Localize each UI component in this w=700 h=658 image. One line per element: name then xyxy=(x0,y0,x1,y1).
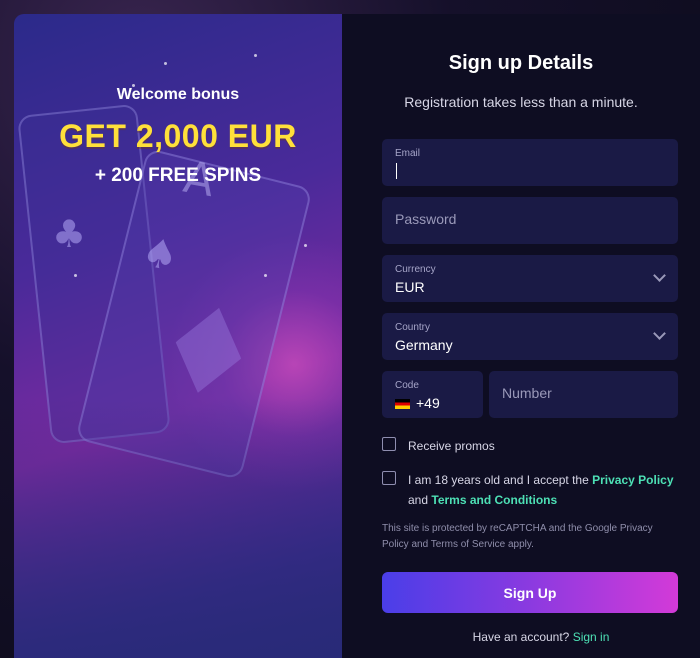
password-field[interactable]: Password xyxy=(382,197,678,244)
bonus-amount: GET 2,000 EUR xyxy=(59,118,297,154)
receive-promos-checkbox[interactable] xyxy=(382,437,396,451)
chevron-down-icon xyxy=(653,327,666,340)
terms-prefix: I am 18 years old and I accept the xyxy=(408,473,589,487)
signup-button[interactable]: Sign Up xyxy=(382,572,678,613)
email-label: Email xyxy=(395,148,421,159)
free-spins-label: + 200 FREE SPINS xyxy=(94,165,262,186)
country-select[interactable]: Country Germany xyxy=(382,313,678,360)
code-value: +49 xyxy=(395,395,440,411)
terms-and: and xyxy=(408,493,429,507)
signup-form-panel: Sign up Details Registration takes less … xyxy=(342,14,700,658)
sparkle-icon xyxy=(164,62,167,65)
have-account-row: Have an account? Sign in xyxy=(342,630,700,644)
receive-promos-row[interactable]: Receive promos xyxy=(382,436,682,456)
sparkle-icon xyxy=(74,274,77,277)
recaptcha-notice: This site is protected by reCAPTCHA and … xyxy=(382,523,653,550)
have-account-text: Have an account? xyxy=(472,630,570,644)
sparkle-icon xyxy=(254,54,257,57)
promo-panel: ♣ ♠ A ♦ Welcome bonus GET 2,000 EUR + 20… xyxy=(14,14,342,658)
receive-promos-label: Receive promos xyxy=(408,439,495,453)
promo-text: Welcome bonus GET 2,000 EUR + 200 FREE S… xyxy=(14,86,342,187)
sparkle-icon xyxy=(264,274,267,277)
welcome-bonus-label: Welcome bonus xyxy=(116,86,240,103)
phone-code-select[interactable]: Code +49 xyxy=(382,371,483,418)
form-subtitle: Registration takes less than a minute. xyxy=(404,94,638,110)
terms-text: I am 18 years old and I accept the Priva… xyxy=(408,470,674,510)
currency-value: EUR xyxy=(395,279,425,295)
number-placeholder: Number xyxy=(502,385,552,401)
phone-number-field[interactable]: Number xyxy=(489,371,678,418)
code-label: Code xyxy=(395,380,419,391)
terms-row: I am 18 years old and I accept the Priva… xyxy=(382,470,682,510)
germany-flag-icon xyxy=(395,399,410,410)
country-label: Country xyxy=(395,322,431,333)
terms-conditions-link[interactable]: Terms and Conditions xyxy=(431,493,557,507)
code-text: +49 xyxy=(416,395,440,411)
currency-label: Currency xyxy=(395,264,436,275)
terms-checkbox[interactable] xyxy=(382,471,396,485)
sparkle-icon xyxy=(304,244,307,247)
form-title: Sign up Details xyxy=(448,52,594,74)
signup-modal: ♣ ♠ A ♦ Welcome bonus GET 2,000 EUR + 20… xyxy=(14,14,700,658)
privacy-policy-link[interactable]: Privacy Policy xyxy=(592,473,673,487)
club-icon: ♣ xyxy=(52,212,87,256)
currency-select[interactable]: Currency EUR xyxy=(382,255,678,302)
sign-in-link[interactable]: Sign in xyxy=(573,630,610,644)
email-field[interactable]: Email xyxy=(382,139,678,186)
country-value: Germany xyxy=(395,337,453,353)
chevron-down-icon xyxy=(653,269,666,282)
password-placeholder: Password xyxy=(395,211,457,227)
text-caret xyxy=(396,163,397,179)
promo-fade xyxy=(14,398,342,658)
